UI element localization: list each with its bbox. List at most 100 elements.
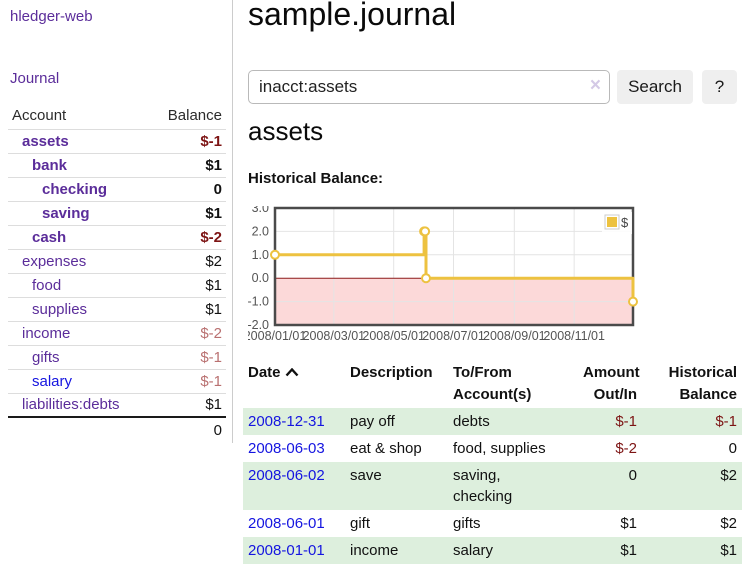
account-balance: $-1 xyxy=(151,129,226,153)
date-header-label: Date xyxy=(248,364,281,381)
account-balance: 0 xyxy=(151,177,226,201)
transaction-accounts: food, supplies xyxy=(448,435,578,462)
transaction-amount: 0 xyxy=(578,462,642,510)
account-link-liabilities-debts[interactable]: liabilities:debts xyxy=(22,396,120,413)
sort-by-date[interactable]: Date xyxy=(248,364,299,381)
transaction-date-link[interactable]: 2008-06-02 xyxy=(248,467,325,484)
transaction-amount: $1 xyxy=(578,537,642,564)
account-link-bank[interactable]: bank xyxy=(32,157,67,174)
accounts-header-account: Account xyxy=(8,102,151,129)
x-tick-label: 2008/07/01 xyxy=(422,329,485,343)
legend-label: $ xyxy=(621,215,629,230)
account-balance: $-2 xyxy=(151,225,226,249)
data-point xyxy=(271,251,279,259)
account-row: saving $1 xyxy=(8,201,226,225)
account-balance: $-1 xyxy=(151,345,226,369)
main-content: sample.journal × Search ? assets Histori… xyxy=(248,0,742,582)
transaction-row: 2008-01-01 income salary $1 $1 xyxy=(243,537,742,564)
sidebar-item-journal[interactable]: Journal xyxy=(10,70,59,87)
transaction-description: pay off xyxy=(345,408,448,435)
historical-balance-chart: $3.02.01.00.0-1.0-2.02008/01/012008/03/0… xyxy=(248,206,742,348)
account-link-checking[interactable]: checking xyxy=(42,181,107,198)
account-row: salary $-1 xyxy=(8,369,226,393)
search-bar: × Search ? xyxy=(248,70,742,104)
account-row: checking 0 xyxy=(8,177,226,201)
accounts-table-header-row: Account Balance xyxy=(8,102,226,129)
transaction-balance: $1 xyxy=(642,537,742,564)
x-tick-label: 2008/09/01 xyxy=(483,329,546,343)
account-row: food $1 xyxy=(8,273,226,297)
account-link-supplies[interactable]: supplies xyxy=(32,301,87,318)
legend-swatch xyxy=(607,217,617,227)
transaction-date-link[interactable]: 2008-12-31 xyxy=(248,413,325,430)
transaction-date-link[interactable]: 2008-06-03 xyxy=(248,440,325,457)
account-link-salary[interactable]: salary xyxy=(32,373,72,390)
transaction-balance: 0 xyxy=(642,435,742,462)
help-button[interactable]: ? xyxy=(702,70,737,104)
account-row: cash $-2 xyxy=(8,225,226,249)
account-link-income[interactable]: income xyxy=(22,325,70,342)
account-balance: $1 xyxy=(151,297,226,321)
x-tick-label: 2008/01/01 xyxy=(248,329,306,343)
accounts-table: Account Balance assets $-1 bank $1 check… xyxy=(8,102,226,443)
account-row: liabilities:debts $1 xyxy=(8,393,226,417)
account-balance: $-1 xyxy=(151,369,226,393)
transaction-amount: $-1 xyxy=(578,408,642,435)
transaction-row: 2008-12-31 pay off debts $-1 $-1 xyxy=(243,408,742,435)
transaction-description: income xyxy=(345,537,448,564)
account-link-saving[interactable]: saving xyxy=(42,205,90,222)
y-tick-label: -1.0 xyxy=(248,295,269,309)
account-link-expenses[interactable]: expenses xyxy=(22,253,86,270)
account-row: supplies $1 xyxy=(8,297,226,321)
transaction-description: save xyxy=(345,462,448,510)
y-tick-label: 2.0 xyxy=(252,224,269,238)
accounts-header: To/From Account(s) xyxy=(448,360,578,408)
account-balance: $1 xyxy=(151,153,226,177)
accounts-header-balance: Balance xyxy=(151,102,226,129)
transaction-accounts: saving, checking xyxy=(448,462,578,510)
balance-header: Historical Balance xyxy=(642,360,742,408)
transaction-accounts: gifts xyxy=(448,510,578,537)
account-link-cash[interactable]: cash xyxy=(32,229,66,246)
description-header: Description xyxy=(345,360,448,408)
sidebar: hledger-web Journal Account Balance asse… xyxy=(0,0,233,443)
search-button[interactable]: Search xyxy=(617,70,693,104)
accounts-total: 0 xyxy=(151,417,226,443)
transaction-row: 2008-06-01 gift gifts $1 $2 xyxy=(243,510,742,537)
page-title: sample.journal xyxy=(248,0,456,33)
chart-canvas: $3.02.01.00.0-1.0-2.02008/01/012008/03/0… xyxy=(248,206,742,348)
app-title-link[interactable]: hledger-web xyxy=(10,8,93,25)
register-header-row: Date Description To/From Account(s) Amou… xyxy=(243,360,742,408)
account-balance: $2 xyxy=(151,249,226,273)
transaction-row: 2008-06-02 save saving, checking 0 $2 xyxy=(243,462,742,510)
account-link-gifts[interactable]: gifts xyxy=(32,349,60,366)
transaction-description: gift xyxy=(345,510,448,537)
account-row: bank $1 xyxy=(8,153,226,177)
y-tick-label: 0.0 xyxy=(252,271,269,285)
data-point xyxy=(629,298,637,306)
transaction-date-link[interactable]: 2008-01-01 xyxy=(248,542,325,559)
transaction-balance: $2 xyxy=(642,462,742,510)
account-balance: $1 xyxy=(151,201,226,225)
data-point xyxy=(421,227,429,235)
account-row: gifts $-1 xyxy=(8,345,226,369)
account-heading: assets xyxy=(248,116,323,147)
account-link-food[interactable]: food xyxy=(32,277,61,294)
account-balance: $1 xyxy=(151,273,226,297)
x-tick-label: 2008/05/01 xyxy=(362,329,425,343)
transaction-description: eat & shop xyxy=(345,435,448,462)
transaction-date-link[interactable]: 2008-06-01 xyxy=(248,515,325,532)
account-balance: $1 xyxy=(151,393,226,417)
account-balance: $-2 xyxy=(151,321,226,345)
transaction-row: 2008-06-03 eat & shop food, supplies $-2… xyxy=(243,435,742,462)
transaction-amount: $1 xyxy=(578,510,642,537)
search-input[interactable] xyxy=(248,70,610,104)
account-link-assets[interactable]: assets xyxy=(22,133,69,150)
data-point xyxy=(422,274,430,282)
account-row: expenses $2 xyxy=(8,249,226,273)
sort-ascending-icon xyxy=(285,362,299,384)
account-row: assets $-1 xyxy=(8,129,226,153)
x-tick-label: 2008/03/01 xyxy=(303,329,366,343)
amount-header: Amount Out/In xyxy=(578,360,642,408)
clear-search-icon[interactable]: × xyxy=(590,75,601,97)
